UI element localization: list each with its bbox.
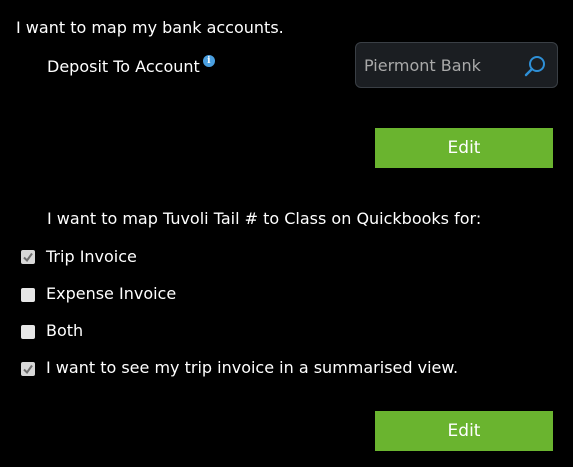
checkmark-icon <box>23 364 33 375</box>
expense-invoice-label: Expense Invoice <box>46 284 177 303</box>
checkmark-icon <box>23 252 33 263</box>
deposit-to-account-label: Deposit To Account <box>47 57 200 76</box>
trip-invoice-label: Trip Invoice <box>46 247 137 266</box>
search-icon[interactable] <box>523 54 547 78</box>
class-mapping-edit-button[interactable]: Edit <box>375 411 553 451</box>
trip-invoice-checkbox[interactable] <box>21 250 35 264</box>
deposit-account-input[interactable] <box>364 55 514 75</box>
deposit-account-search[interactable] <box>355 42 558 88</box>
summarised-view-checkbox[interactable] <box>21 362 35 376</box>
class-mapping-heading: I want to map Tuvoli Tail # to Class on … <box>47 209 482 228</box>
bank-edit-button[interactable]: Edit <box>375 128 553 168</box>
deposit-to-account-row: Deposit To Account i <box>47 55 215 77</box>
bank-mapping-heading: I want to map my bank accounts. <box>16 18 284 37</box>
both-checkbox[interactable] <box>21 325 35 339</box>
expense-invoice-checkbox[interactable] <box>21 288 35 302</box>
summarised-view-label: I want to see my trip invoice in a summa… <box>46 358 459 377</box>
info-icon[interactable]: i <box>202 55 215 67</box>
both-label: Both <box>46 321 84 340</box>
